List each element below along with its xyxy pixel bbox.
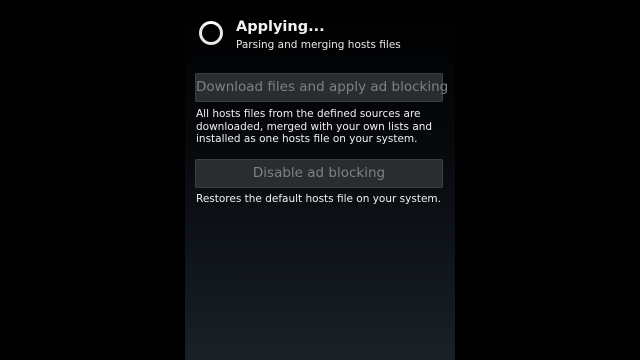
app-screen: Applying... Parsing and merging hosts fi… [185, 0, 455, 360]
download-apply-description: All hosts files from the defined sources… [196, 108, 433, 145]
letterbox-right [455, 0, 640, 360]
progress-spinner-icon [199, 21, 223, 45]
letterbox-left [0, 0, 185, 360]
progress-status: Applying... Parsing and merging hosts fi… [199, 19, 449, 53]
disable-ad-blocking-description: Restores the default hosts file on your … [196, 193, 441, 205]
disable-ad-blocking-button[interactable]: Disable ad blocking [195, 159, 443, 188]
download-apply-button[interactable]: Download files and apply ad blocking [195, 73, 448, 102]
status-subtitle: Parsing and merging hosts files [236, 39, 401, 51]
status-title: Applying... [236, 19, 325, 35]
